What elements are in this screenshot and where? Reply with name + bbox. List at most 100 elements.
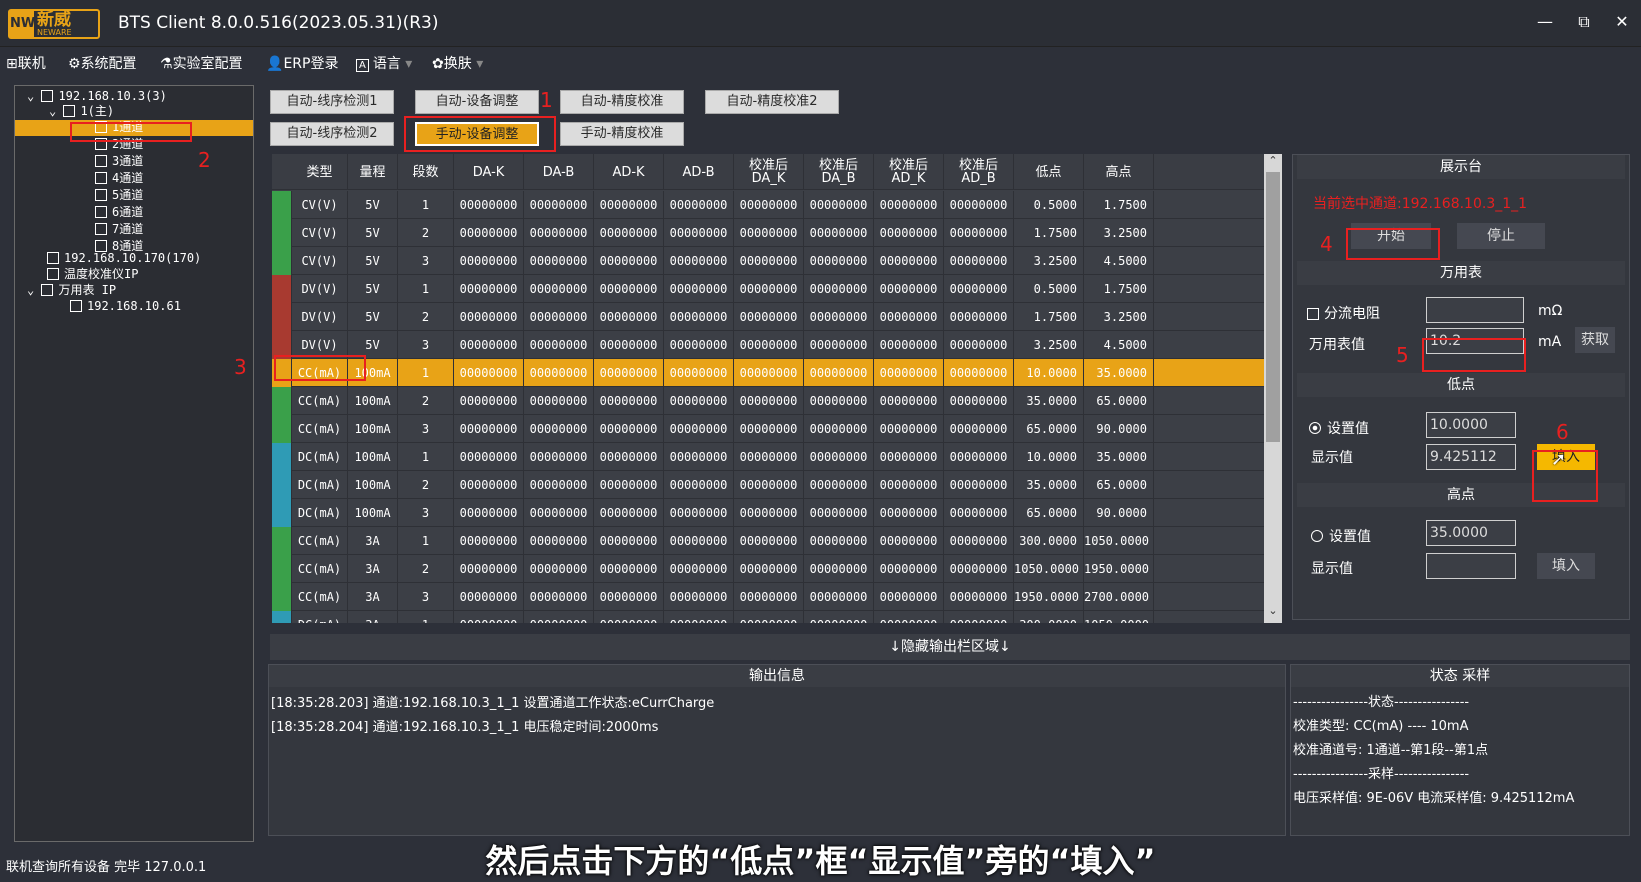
high-display-input[interactable] <box>1426 553 1516 579</box>
table-cell[interactable]: 00000000 <box>944 527 1014 555</box>
table-cell[interactable]: 5V <box>348 191 398 219</box>
table-cell[interactable]: 00000000 <box>804 583 874 611</box>
table-cell[interactable]: 00000000 <box>454 471 524 499</box>
low-set-input[interactable]: 10.0000 <box>1426 412 1516 438</box>
tab-auto-precision-cal[interactable]: 自动-精度校准 <box>560 90 684 114</box>
table-cell[interactable]: 00000000 <box>804 611 874 623</box>
table-cell[interactable]: 00000000 <box>874 415 944 443</box>
table-cell[interactable]: 10.0000 <box>1014 443 1084 471</box>
table-cell[interactable]: 00000000 <box>734 191 804 219</box>
radio-unchecked-icon[interactable] <box>1311 530 1323 542</box>
tree-node-meter-ip[interactable]: ⌄ 万用表 IP <box>27 283 116 298</box>
table-cell[interactable]: 00000000 <box>944 415 1014 443</box>
table-row[interactable]: CC(mA) 3A 1 00000000 00000000 00000000 0000000… <box>272 527 1264 555</box>
table-cell[interactable]: 00000000 <box>734 247 804 275</box>
table-row[interactable]: CV(V) 5V 2 00000000 00000000 00000000 00000000… <box>272 219 1264 247</box>
table-cell[interactable]: 65.0000 <box>1014 415 1084 443</box>
tree-node-channel[interactable]: 1通道 <box>95 120 143 135</box>
table-cell[interactable]: 00000000 <box>804 499 874 527</box>
table-cell[interactable]: 5V <box>348 331 398 359</box>
table-cell[interactable]: 0.5000 <box>1014 275 1084 303</box>
table-cell[interactable]: 5V <box>348 303 398 331</box>
table-cell[interactable]: 00000000 <box>454 191 524 219</box>
checkbox[interactable] <box>41 90 54 102</box>
table-cell[interactable]: 00000000 <box>594 415 664 443</box>
table-cell[interactable]: 00000000 <box>804 303 874 331</box>
table-row[interactable]: DC(mA) 100mA 1 00000000 00000000 00000000 0000… <box>272 443 1264 471</box>
table-row[interactable]: CV(V) 5V 3 00000000 00000000 00000000 00000000… <box>272 247 1264 275</box>
table-cell[interactable]: 2 <box>398 219 454 247</box>
table-row[interactable]: CC(mA) 100mA 1 00000000 00000000 00000000 0000… <box>272 359 1264 387</box>
tab-manual-precision-cal[interactable]: 手动-精度校准 <box>560 122 684 146</box>
table-cell[interactable]: 00000000 <box>524 611 594 623</box>
table-row[interactable]: DC(mA) 100mA 3 00000000 00000000 00000000 0000… <box>272 499 1264 527</box>
table-cell[interactable]: 00000000 <box>874 527 944 555</box>
table-cell[interactable]: 00000000 <box>454 219 524 247</box>
table-cell[interactable]: 00000000 <box>944 583 1014 611</box>
table-cell[interactable]: DV(V) <box>292 275 348 303</box>
table-cell[interactable]: 00000000 <box>734 499 804 527</box>
table-cell[interactable]: DC(mA) <box>292 611 348 623</box>
tree-node-170[interactable]: 192.168.10.170(170) <box>47 251 201 266</box>
checkbox[interactable] <box>95 138 107 150</box>
table-cell[interactable]: CV(V) <box>292 219 348 247</box>
table-cell[interactable]: 2 <box>398 471 454 499</box>
scroll-up-icon[interactable]: ⌃ <box>1266 154 1280 170</box>
table-cell[interactable]: 00000000 <box>874 275 944 303</box>
column-header[interactable]: AD-B <box>664 154 734 190</box>
table-cell[interactable]: 00000000 <box>734 583 804 611</box>
restore-icon[interactable]: ⧉ <box>1574 12 1594 32</box>
tree-node-temp-ip[interactable]: 温度校准仪IP <box>47 267 138 282</box>
table-cell[interactable]: 1 <box>398 527 454 555</box>
table-cell[interactable]: 00000000 <box>454 275 524 303</box>
table-cell[interactable]: 00000000 <box>664 247 734 275</box>
table-row[interactable]: DV(V) 5V 3 00000000 00000000 00000000 00000000… <box>272 331 1264 359</box>
table-cell[interactable]: 2 <box>398 555 454 583</box>
checkbox[interactable] <box>95 206 107 218</box>
checkbox[interactable] <box>70 300 82 312</box>
table-cell[interactable]: CC(mA) <box>292 555 348 583</box>
table-cell[interactable]: 00000000 <box>944 499 1014 527</box>
table-cell[interactable]: 1 <box>398 275 454 303</box>
table-cell[interactable]: 00000000 <box>734 359 804 387</box>
table-cell[interactable]: 35.0000 <box>1084 359 1154 387</box>
table-cell[interactable]: 00000000 <box>804 191 874 219</box>
table-cell[interactable]: 00000000 <box>874 499 944 527</box>
table-cell[interactable]: 00000000 <box>734 527 804 555</box>
table-cell[interactable]: 5V <box>348 247 398 275</box>
table-cell[interactable]: 00000000 <box>524 471 594 499</box>
table-cell[interactable]: 00000000 <box>524 331 594 359</box>
table-cell[interactable]: 00000000 <box>524 583 594 611</box>
tree-node-channel[interactable]: 6通道 <box>95 205 143 220</box>
checkbox[interactable] <box>47 268 59 280</box>
table-cell[interactable]: 00000000 <box>874 583 944 611</box>
table-cell[interactable]: 00000000 <box>664 471 734 499</box>
table-cell[interactable]: CC(mA) <box>292 583 348 611</box>
menu-language[interactable]: A 语言 ▾ <box>356 53 412 73</box>
table-cell[interactable]: 3.2500 <box>1014 247 1084 275</box>
table-cell[interactable]: 00000000 <box>944 443 1014 471</box>
tree-node-channel[interactable]: 3通道 <box>95 154 143 169</box>
table-cell[interactable]: 00000000 <box>454 443 524 471</box>
table-cell[interactable]: 1050.0000 <box>1084 527 1154 555</box>
shunt-checkbox[interactable] <box>1307 308 1319 320</box>
table-cell[interactable]: 00000000 <box>524 303 594 331</box>
table-cell[interactable]: DV(V) <box>292 303 348 331</box>
table-cell[interactable]: 10.0000 <box>1014 359 1084 387</box>
scroll-thumb[interactable] <box>1266 172 1280 442</box>
menu-connect[interactable]: ⊞联机 <box>6 53 46 73</box>
tree-node-channel[interactable]: 5通道 <box>95 188 143 203</box>
table-cell[interactable]: 00000000 <box>594 331 664 359</box>
table-cell[interactable]: 00000000 <box>454 303 524 331</box>
table-cell[interactable]: 00000000 <box>804 219 874 247</box>
table-cell[interactable]: 65.0000 <box>1084 471 1154 499</box>
table-cell[interactable]: 00000000 <box>804 387 874 415</box>
table-cell[interactable]: 00000000 <box>664 359 734 387</box>
table-cell[interactable]: 00000000 <box>594 275 664 303</box>
table-cell[interactable]: 00000000 <box>874 219 944 247</box>
checkbox[interactable] <box>63 105 76 117</box>
table-cell[interactable]: 00000000 <box>664 499 734 527</box>
table-cell[interactable]: 3 <box>398 499 454 527</box>
table-cell[interactable]: 00000000 <box>454 331 524 359</box>
table-cell[interactable]: 300.0000 <box>1014 527 1084 555</box>
